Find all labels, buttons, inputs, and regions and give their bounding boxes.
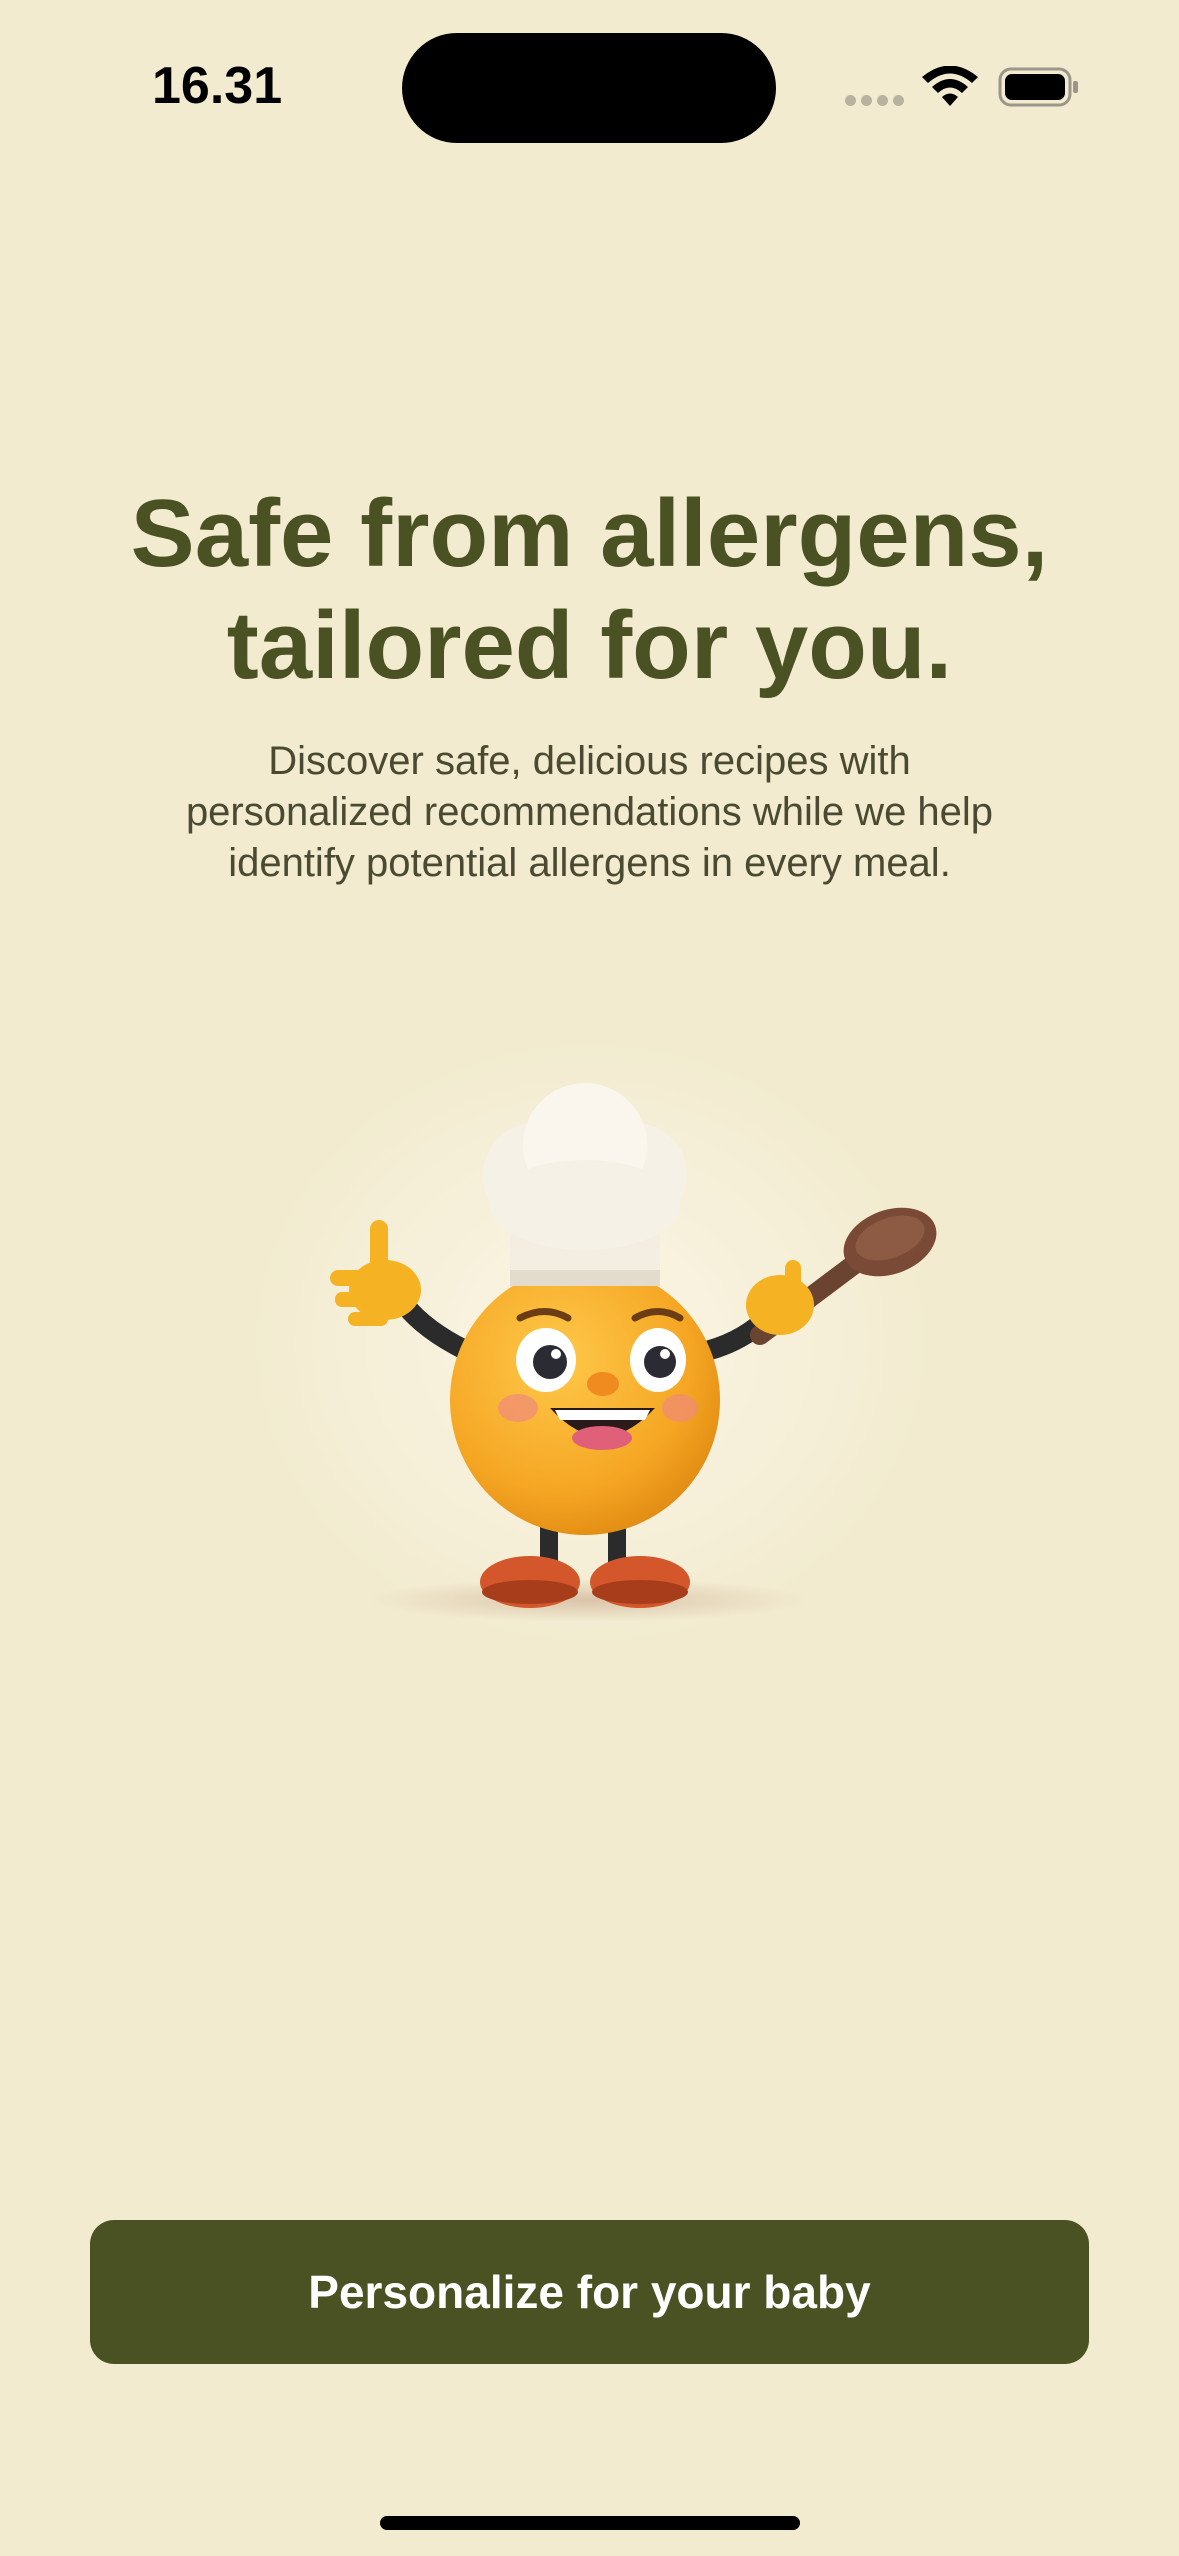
headline-line-1: Safe from allergens, [130, 480, 1049, 587]
description-line-1: Discover safe, delicious recipes with [268, 739, 911, 783]
headline-line-2: tailored for you. [226, 592, 953, 699]
status-time: 16.31 [152, 57, 283, 115]
onboarding-headline: Safe from allergens, tailored for you. [60, 478, 1119, 702]
battery-icon [998, 67, 1078, 107]
signal-icon [845, 95, 905, 107]
wifi-icon [922, 66, 978, 106]
home-indicator[interactable] [380, 2516, 800, 2530]
description-line-2: personalized recommendations while we he… [185, 790, 994, 834]
chef-mascot-illustration [220, 1000, 960, 1660]
status-bar: 16.31 [0, 0, 1179, 170]
personalize-button[interactable]: Personalize for your baby [90, 2220, 1089, 2364]
onboarding-description: Discover safe, delicious recipes with pe… [110, 736, 1069, 889]
dynamic-island [402, 33, 776, 143]
description-line-3: identify potential allergens in every me… [228, 841, 951, 885]
